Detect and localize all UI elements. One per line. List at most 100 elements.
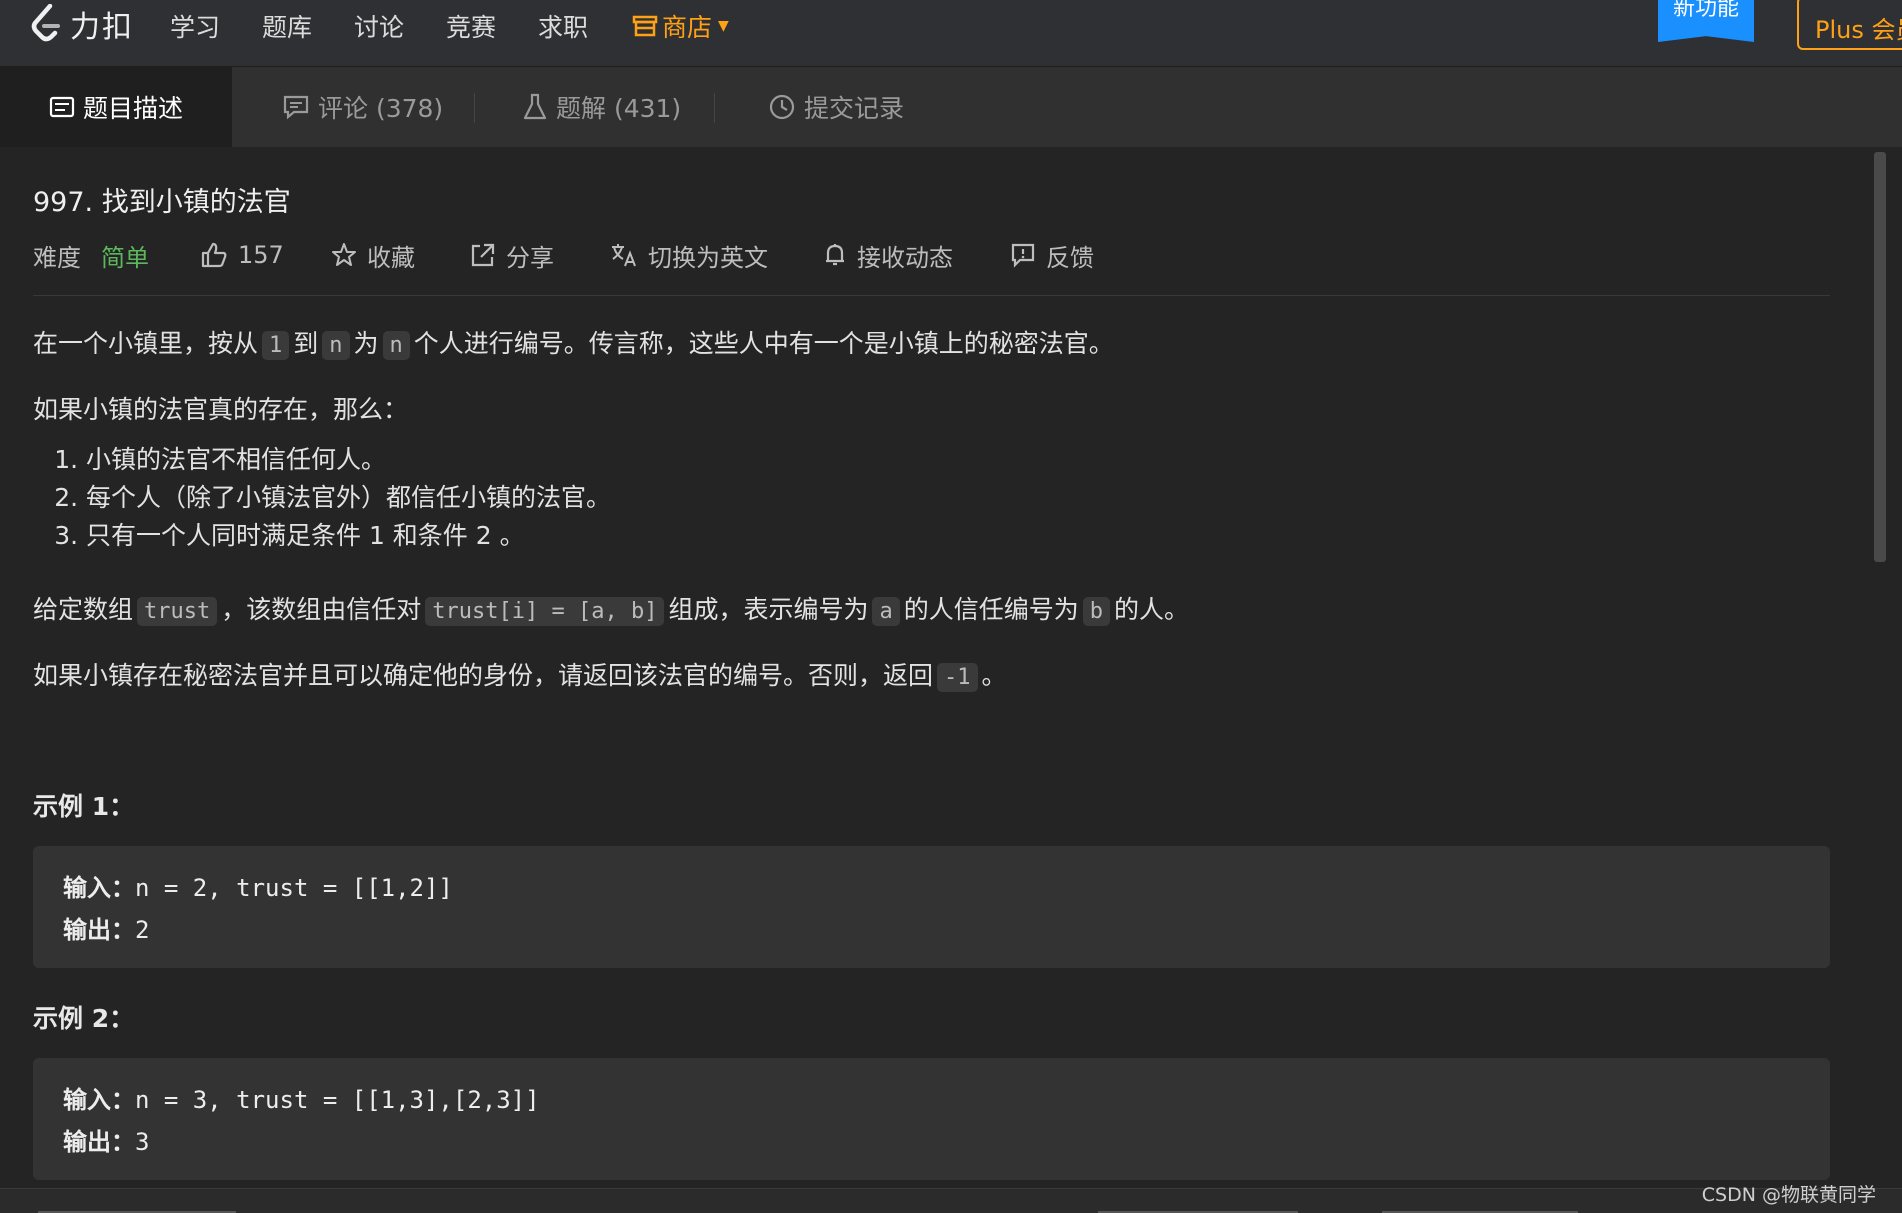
share-icon: [471, 243, 495, 267]
problem-tabs: 题目描述 评论 (378) 题解 (431) 提交记录: [0, 67, 1902, 147]
new-feature-badge[interactable]: 新功能: [1658, 0, 1754, 42]
tab-solutions[interactable]: 题解 (431): [522, 67, 681, 147]
inline-code: trust[i] = [a, b]: [425, 597, 665, 626]
input-label: 输入：: [63, 1086, 135, 1114]
nav-store[interactable]: 商店 ▼: [632, 8, 729, 44]
rule-item: 小镇的法官不相信任何人。: [86, 441, 611, 479]
text-segment: 给定数组: [33, 595, 134, 624]
nav-problemset[interactable]: 题库: [262, 8, 312, 44]
tab-description-label: 题目描述: [82, 94, 183, 123]
example-input-line: 输入：n = 3, trust = [[1,3],[2,3]]: [63, 1080, 540, 1115]
nav-discuss[interactable]: 讨论: [354, 8, 404, 44]
tab-description[interactable]: 题目描述: [0, 67, 232, 147]
plus-membership-button[interactable]: Plus 会员: [1797, 0, 1902, 50]
output-label: 输出：: [63, 916, 135, 944]
text-segment: 个人进行编号。传言称，这些人中有一个是小镇上的秘密法官。: [413, 329, 1114, 358]
inline-code: -1: [937, 663, 978, 692]
problem-content: 997. 找到小镇的法官 难度 简单 157 收藏 分享 切换为英文 接收动态 …: [0, 147, 1902, 1197]
rules-list: 小镇的法官不相信任何人。 每个人（除了小镇法官外）都信任小镇的法官。 只有一个人…: [52, 441, 611, 555]
share-button[interactable]: 分享: [470, 235, 554, 275]
translate-label: 切换为英文: [648, 243, 768, 272]
inline-code: 1: [262, 331, 290, 360]
leetcode-logo-icon: [31, 4, 60, 42]
flask-icon: [522, 93, 548, 121]
tab-comments-label: 评论 (378): [318, 94, 444, 123]
tab-submissions[interactable]: 提交记录: [768, 67, 904, 147]
input-label: 输入：: [63, 874, 135, 902]
description-paragraph-2: 如果小镇的法官真的存在，那么：: [33, 395, 409, 424]
leetcode-logo[interactable]: 力扣: [30, 2, 134, 46]
example-1-title: 示例 1：: [33, 792, 135, 821]
example-input-line: 输入：n = 2, trust = [[1,2]]: [63, 868, 453, 903]
brand-name: 力扣: [70, 10, 134, 45]
nav-jobs[interactable]: 求职: [538, 8, 588, 44]
example-2-block: 输入：n = 3, trust = [[1,3],[2,3]] 输出：3: [33, 1058, 1830, 1180]
example-1-block: 输入：n = 2, trust = [[1,2]] 输出：2: [33, 846, 1830, 968]
translate-button[interactable]: 切换为英文: [610, 235, 768, 275]
inline-code: n: [322, 331, 350, 360]
example-output-line: 输出：3: [63, 1122, 149, 1157]
tab-divider: [714, 93, 715, 123]
feedback-button[interactable]: 反馈: [1010, 235, 1094, 275]
description-paragraph-4: 如果小镇存在秘密法官并且可以确定他的身份，请返回该法官的编号。否则，返回 -1。: [33, 656, 1007, 692]
inline-code: b: [1082, 597, 1110, 626]
share-label: 分享: [506, 243, 554, 272]
store-label: 商店: [662, 13, 713, 42]
inline-code: n: [382, 331, 410, 360]
content-scrollbar[interactable]: [1874, 152, 1886, 562]
text-segment: 的人信任编号为: [903, 595, 1079, 624]
text-segment: 的人。: [1113, 595, 1189, 624]
tab-submissions-label: 提交记录: [804, 94, 905, 123]
description-paragraph-1: 在一个小镇里，按从 1 到 n 为 n 个人进行编号。传言称，这些人中有一个是小镇上的秘密法…: [33, 324, 1114, 360]
watermark: CSDN @物联黄同学: [1701, 1184, 1876, 1206]
rule-item: 只有一个人同时满足条件 1 和条件 2 。: [86, 517, 611, 555]
subscribe-button[interactable]: 接收动态: [823, 235, 953, 275]
output-value: 3: [135, 1128, 150, 1156]
output-value: 2: [135, 916, 150, 944]
bell-icon: [826, 244, 844, 266]
star-icon: [332, 243, 356, 266]
text-segment: 组成，表示编号为: [668, 595, 869, 624]
tab-solutions-label: 题解 (431): [556, 94, 682, 123]
inline-code: a: [872, 597, 900, 626]
text-segment: 如果小镇存在秘密法官并且可以确定他的身份，请返回该法官的编号。否则，返回: [33, 661, 934, 690]
difficulty: 难度 简单: [33, 235, 149, 275]
difficulty-value: 简单: [101, 243, 149, 272]
text-segment: 为: [353, 329, 379, 358]
collect-label: 收藏: [367, 243, 415, 272]
tab-divider: [474, 93, 475, 123]
difficulty-label: 难度: [33, 243, 81, 272]
problem-meta-bar: 难度 简单 157 收藏 分享 切换为英文 接收动态 反馈: [33, 235, 1833, 275]
like-button[interactable]: 157: [200, 235, 284, 275]
comment-icon: [282, 94, 310, 120]
clock-icon: [768, 93, 796, 121]
output-label: 输出：: [63, 1128, 135, 1156]
input-value: n = 2, trust = [[1,2]]: [135, 874, 453, 902]
example-2-title: 示例 2：: [33, 1004, 135, 1033]
description-paragraph-3: 给定数组 trust ，该数组由信任对 trust[i] = [a, b] 组成，表示编…: [33, 590, 1189, 626]
nav-contest[interactable]: 竞赛: [446, 8, 496, 44]
input-value: n = 3, trust = [[1,3],[2,3]]: [135, 1086, 540, 1114]
nav-learn[interactable]: 学习: [170, 8, 220, 44]
feedback-icon: [1011, 243, 1035, 268]
collect-button[interactable]: 收藏: [331, 235, 415, 275]
like-count: 157: [238, 241, 284, 269]
inline-code: trust: [137, 597, 218, 626]
translate-icon: [612, 244, 636, 267]
feedback-label: 反馈: [1046, 243, 1094, 272]
thumbs-up-icon: [201, 242, 227, 268]
tab-comments[interactable]: 评论 (378): [282, 67, 443, 147]
top-navbar: 力扣 学习 题库 讨论 竞赛 求职 商店 ▼ 新功能 Plus 会员: [0, 0, 1902, 67]
example-output-line: 输出：2: [63, 910, 149, 945]
problem-title: 997. 找到小镇的法官: [33, 187, 291, 218]
chevron-down-icon: ▼: [718, 18, 729, 34]
text-segment: 。: [981, 661, 1007, 690]
subscribe-label: 接收动态: [857, 243, 953, 272]
description-icon: [49, 96, 75, 118]
bottom-panel-strip: [0, 1188, 1902, 1213]
text-segment: 到: [293, 329, 319, 358]
rule-item: 每个人（除了小镇法官外）都信任小镇的法官。: [86, 479, 611, 517]
text-segment: 在一个小镇里，按从: [33, 329, 259, 358]
store-icon: [632, 15, 658, 37]
text-segment: ，该数组由信任对: [221, 595, 422, 624]
